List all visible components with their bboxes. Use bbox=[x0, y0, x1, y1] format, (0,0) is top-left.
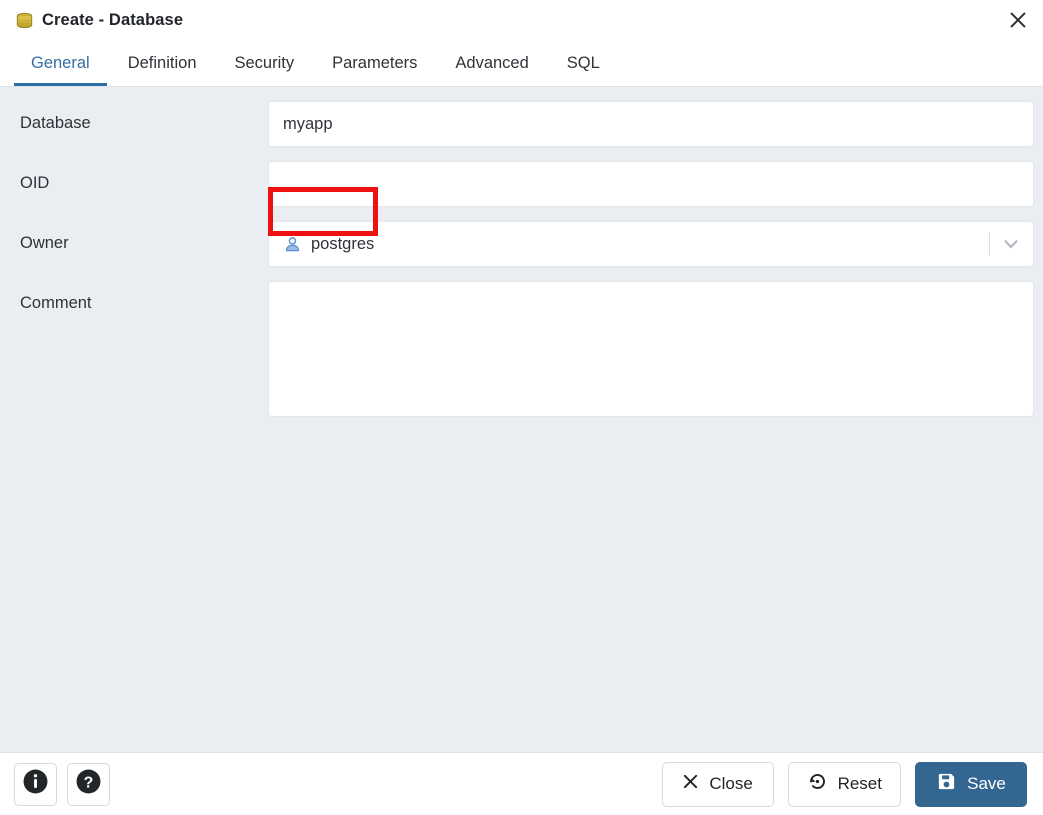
close-button-label: Close bbox=[709, 774, 753, 793]
comment-label: Comment bbox=[20, 294, 92, 312]
tab-security[interactable]: Security bbox=[216, 40, 314, 86]
oid-field-wrapper bbox=[268, 161, 1034, 207]
field-row-owner: Owner postgres bbox=[9, 221, 1034, 267]
info-icon bbox=[22, 768, 49, 800]
svg-text:?: ? bbox=[84, 775, 94, 792]
dialog-body: Database myapp OID Owner postgres Commen… bbox=[0, 87, 1043, 752]
footer-right-group: Close Reset Save bbox=[661, 761, 1027, 807]
tab-general[interactable]: General bbox=[12, 40, 109, 86]
database-field-wrapper: myapp bbox=[268, 101, 1034, 147]
owner-select[interactable]: postgres bbox=[268, 221, 1034, 267]
database-input[interactable]: myapp bbox=[268, 101, 1034, 147]
field-row-oid: OID bbox=[9, 161, 1034, 207]
help-button[interactable]: ? bbox=[67, 762, 110, 806]
tab-security-label: Security bbox=[234, 53, 295, 72]
dialog-titlebar: Create - Database bbox=[0, 0, 1043, 40]
select-divider bbox=[989, 232, 990, 256]
owner-value: postgres bbox=[311, 234, 375, 253]
tab-definition-label: Definition bbox=[127, 53, 197, 72]
field-row-database: Database myapp bbox=[9, 101, 1034, 147]
save-button[interactable]: Save bbox=[915, 761, 1027, 807]
tab-sql-label: SQL bbox=[566, 53, 600, 72]
owner-field-wrapper: postgres bbox=[268, 221, 1034, 267]
tab-parameters-label: Parameters bbox=[332, 53, 418, 72]
tab-parameters[interactable]: Parameters bbox=[313, 40, 436, 86]
dialog-title: Create - Database bbox=[42, 10, 184, 29]
dialog-footer: ? Close Reset Save bbox=[0, 752, 1043, 815]
oid-input[interactable] bbox=[268, 161, 1034, 207]
save-floppy-icon bbox=[936, 771, 957, 797]
close-button[interactable]: Close bbox=[661, 761, 774, 807]
comment-textarea[interactable] bbox=[268, 281, 1034, 417]
reset-button[interactable]: Reset bbox=[787, 761, 901, 807]
tab-definition[interactable]: Definition bbox=[109, 40, 216, 86]
database-icon bbox=[14, 10, 34, 30]
help-icon: ? bbox=[75, 768, 102, 800]
close-icon[interactable] bbox=[1001, 3, 1035, 37]
database-label: Database bbox=[20, 114, 91, 132]
owner-label: Owner bbox=[20, 234, 69, 252]
dialog-tabbar: General Definition Security Parameters A… bbox=[0, 40, 1043, 87]
user-icon bbox=[283, 235, 302, 254]
info-button[interactable] bbox=[14, 762, 57, 806]
oid-label: OID bbox=[20, 174, 50, 192]
close-x-icon bbox=[682, 773, 699, 795]
comment-field-wrapper bbox=[268, 281, 1034, 417]
reset-button-label: Reset bbox=[837, 774, 882, 793]
tab-advanced-label: Advanced bbox=[455, 53, 529, 72]
tab-sql[interactable]: SQL bbox=[548, 40, 619, 86]
create-database-dialog: Create - Database General Definition Sec… bbox=[0, 0, 1043, 815]
save-button-label: Save bbox=[967, 774, 1006, 793]
tab-advanced[interactable]: Advanced bbox=[436, 40, 547, 86]
footer-left-group: ? bbox=[14, 762, 110, 806]
field-row-comment: Comment bbox=[9, 281, 1034, 417]
reset-icon bbox=[807, 771, 828, 797]
chevron-down-icon[interactable] bbox=[1001, 234, 1021, 254]
tab-general-label: General bbox=[31, 53, 90, 72]
